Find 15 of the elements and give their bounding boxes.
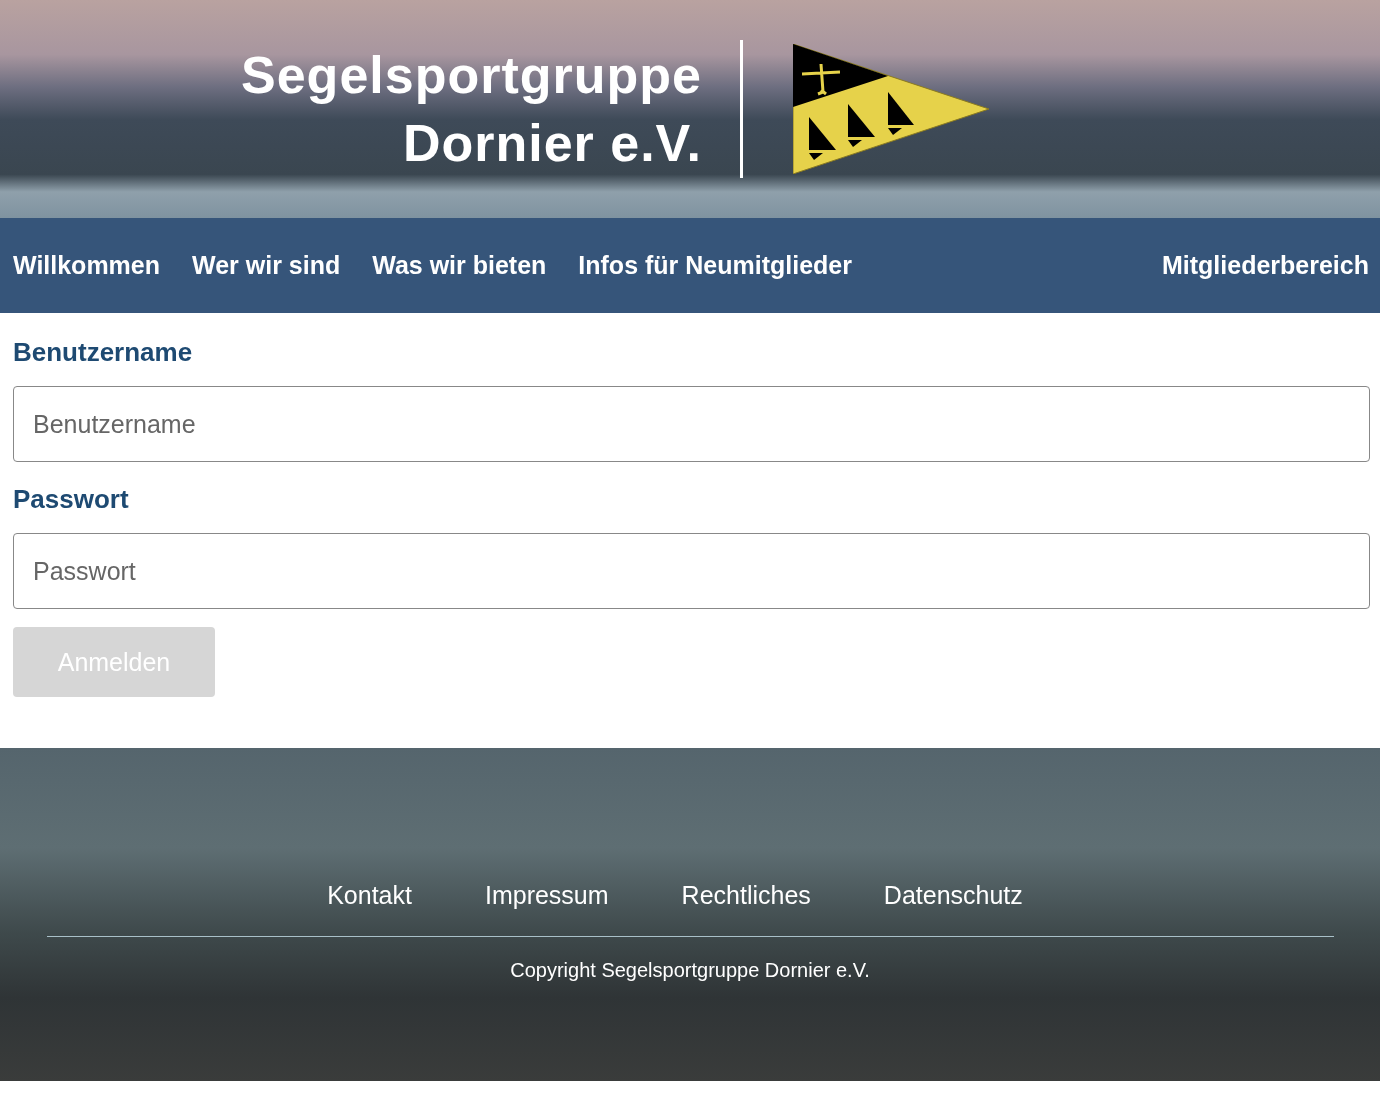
nav-link[interactable]: Wer wir sind <box>192 251 341 280</box>
footer-link[interactable]: Kontakt <box>327 881 412 910</box>
input-field[interactable]: Benutzername <box>13 386 1370 462</box>
nav-link[interactable]: Was wir bieten <box>372 251 547 280</box>
copyright-text: Copyright Segelsportgruppe Dornier e.V. <box>510 959 870 982</box>
field-label: Benutzername <box>13 337 194 368</box>
footer-link[interactable]: Impressum <box>484 881 609 910</box>
nav-link[interactable]: Mitgliederbereich <box>1162 251 1369 280</box>
field-label: Passwort <box>13 484 130 515</box>
footer-link[interactable]: Datenschutz <box>883 881 1023 910</box>
footer-link[interactable]: Rechtliches <box>681 881 811 910</box>
nav-link[interactable]: Willkommen <box>13 251 161 280</box>
input-field[interactable]: Passwort <box>13 533 1370 609</box>
site-title: Segelsportgruppe Dornier e.V. <box>241 45 702 174</box>
nav-link[interactable]: Infos für Neumitglieder <box>578 251 852 280</box>
